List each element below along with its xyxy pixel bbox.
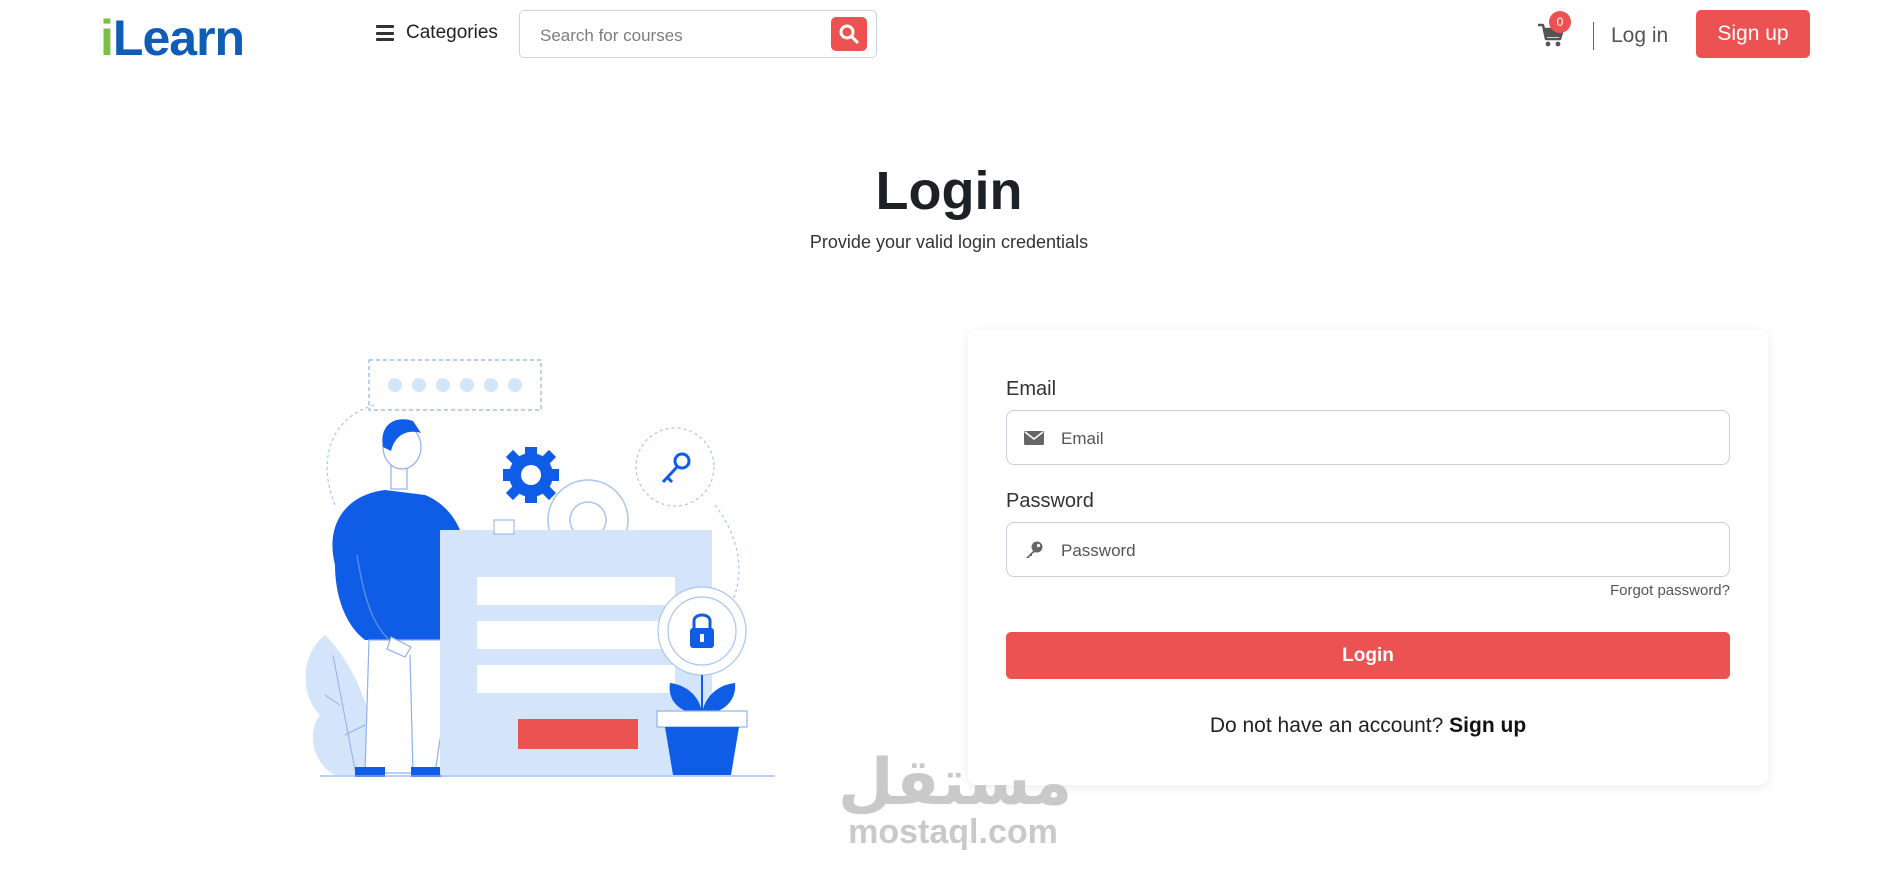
no-account-text: Do not have an account?	[1209, 714, 1444, 737]
email-label: Email	[1006, 378, 1057, 400]
password-input[interactable]	[1059, 537, 1703, 565]
top-navbar: iLearn Categories 0 Log in Sign up	[0, 0, 1898, 72]
email-field-wrapper	[1006, 410, 1730, 465]
login-button[interactable]: Login	[1006, 632, 1730, 679]
ilearn-logo[interactable]: iLearn	[100, 12, 245, 64]
signup-button[interactable]: Sign up	[1696, 10, 1810, 58]
envelope-icon	[1024, 431, 1044, 445]
watermark-arabic: مستقل	[838, 746, 1073, 818]
hamburger-icon	[376, 25, 394, 41]
search-button[interactable]	[831, 17, 867, 51]
course-search	[519, 10, 877, 58]
mostaql-watermark: مستقل mostaql.com	[838, 746, 1073, 852]
page-subtitle: Provide your valid login credentials	[809, 232, 1089, 252]
password-field-wrapper	[1006, 522, 1730, 577]
login-card: Email Password Forgot password? Login Do…	[968, 330, 1768, 785]
search-input[interactable]	[538, 23, 822, 49]
password-label: Password	[1006, 490, 1094, 512]
signup-prompt: Do not have an account? Sign up	[968, 714, 1768, 738]
signup-link[interactable]: Sign up	[1449, 714, 1526, 737]
nav-divider	[1593, 22, 1594, 50]
page-title: Login	[875, 161, 1023, 221]
login-illustration	[305, 359, 775, 777]
email-input[interactable]	[1059, 425, 1703, 453]
login-link[interactable]: Log in	[1611, 24, 1668, 48]
watermark-latin: mostaql.com	[848, 813, 1058, 851]
categories-label: Categories	[406, 22, 498, 43]
cart-count-badge: 0	[1549, 11, 1571, 33]
search-icon	[839, 24, 859, 44]
categories-menu[interactable]: Categories	[376, 22, 498, 44]
forgot-password-link[interactable]: Forgot password?	[1610, 582, 1730, 599]
key-icon	[1026, 541, 1043, 558]
